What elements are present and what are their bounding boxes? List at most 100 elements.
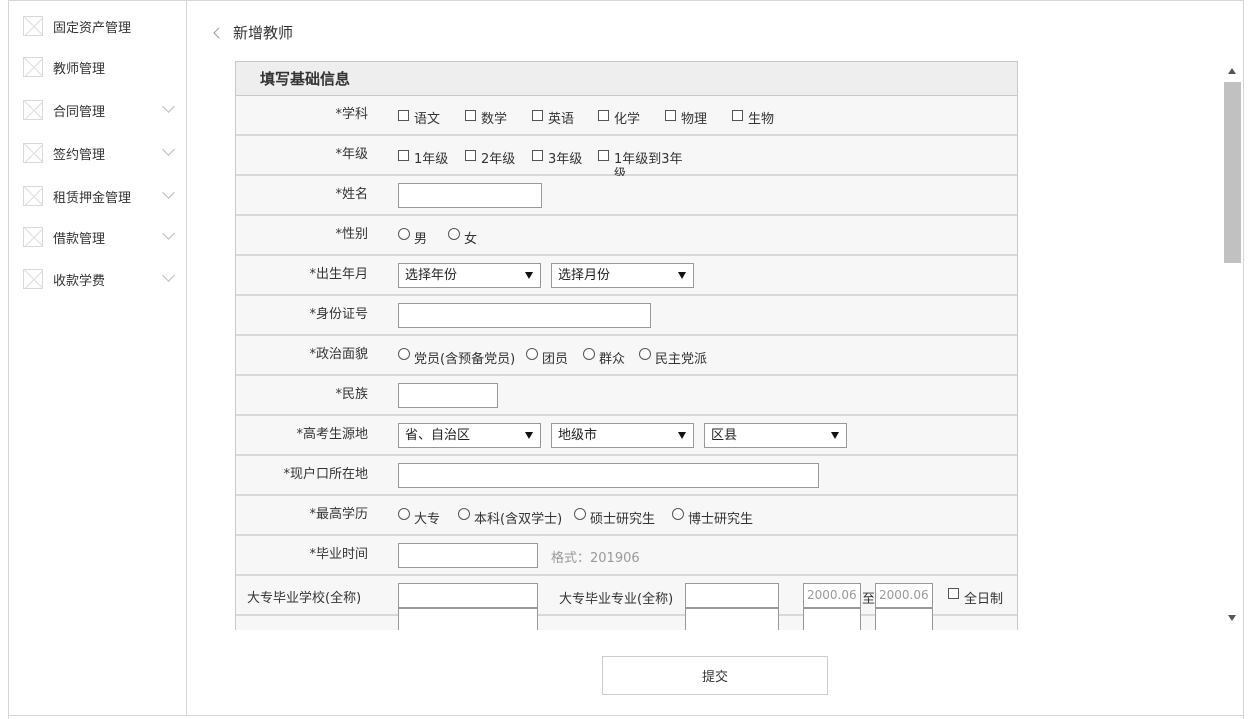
sidebar-item-loans[interactable]: 借款管理 [23, 226, 175, 248]
date-to-input[interactable]: 2000.06 [875, 583, 933, 608]
select-value: 地级市 [558, 428, 598, 443]
subject-checkbox[interactable] [398, 110, 409, 121]
birth-year-select[interactable]: 选择年份 [398, 263, 541, 288]
form-row-education: *最高学历 大专 本科(含双学士) 硕士研究生 博士研究生 [236, 496, 1017, 536]
birth-month-select[interactable]: 选择月份 [551, 263, 694, 288]
form-row-hukou: *现户口所在地 [236, 456, 1017, 496]
back-link[interactable]: 新增教师 [213, 22, 293, 43]
teacher-form: 填写基础信息 *学科 语文 数学 英语 化学 物理 生物 *年级 1年级 2年级… [235, 61, 1018, 630]
id-number-input[interactable] [398, 303, 651, 328]
image-placeholder-icon [23, 57, 43, 77]
checkbox-label: 英语 [548, 112, 575, 127]
grade-checkbox[interactable] [398, 150, 409, 161]
radio-label: 博士研究生 [688, 512, 754, 527]
checkbox-label: 物理 [681, 112, 708, 127]
education-radio[interactable] [574, 508, 586, 520]
form-row-gender: *性别 男 女 [236, 216, 1017, 256]
subject-checkbox[interactable] [665, 110, 676, 121]
sidebar-item-teachers[interactable]: 教师管理 [23, 56, 173, 78]
scroll-up-arrow-icon[interactable] [1228, 68, 1236, 74]
field-label: 大专毕业学校(全称) [247, 591, 362, 606]
education-radio[interactable] [672, 508, 684, 520]
dropdown-arrow-icon [831, 432, 839, 439]
dropdown-arrow-icon [678, 432, 686, 439]
subject-checkbox[interactable] [598, 110, 609, 121]
field-label: *现户口所在地 [283, 467, 368, 482]
political-radio[interactable] [526, 348, 538, 360]
undergrad-major-input[interactable] [685, 608, 779, 630]
field-label: *毕业时间 [309, 547, 368, 562]
college-school-input[interactable] [398, 583, 538, 608]
political-radio[interactable] [583, 348, 595, 360]
fulltime-checkbox[interactable] [948, 588, 959, 599]
checkbox-label: 语文 [414, 112, 441, 127]
scrollbar[interactable] [1223, 62, 1242, 628]
field-label: *民族 [335, 387, 368, 402]
dropdown-arrow-icon [525, 272, 533, 279]
section-title: 填写基础信息 [236, 62, 1017, 96]
form-row-undergrad [236, 608, 1017, 630]
sidebar-item-contracts[interactable]: 合同管理 [23, 99, 175, 121]
subject-checkbox[interactable] [732, 110, 743, 121]
undergrad-school-input[interactable] [398, 608, 538, 630]
hukou-input[interactable] [398, 463, 819, 488]
format-hint: 格式：201906 [551, 551, 640, 566]
radio-label: 硕士研究生 [590, 512, 656, 527]
chevron-down-icon [162, 100, 175, 113]
radio-label: 男 [414, 232, 428, 247]
grade-checkbox[interactable] [532, 150, 543, 161]
political-radio[interactable] [639, 348, 651, 360]
subject-checkbox[interactable] [465, 110, 476, 121]
select-value: 选择年份 [405, 268, 458, 283]
sidebar-item-tuition[interactable]: 收款学费 [23, 268, 175, 290]
image-placeholder-icon [23, 186, 43, 206]
chevron-down-icon [162, 186, 175, 199]
submit-button[interactable]: 提交 [602, 656, 828, 695]
ethnicity-input[interactable] [398, 383, 498, 408]
subject-checkbox[interactable] [532, 110, 543, 121]
graduation-input[interactable] [398, 543, 538, 568]
checkbox-label: 3年级 [548, 152, 583, 167]
county-select[interactable]: 区县 [704, 423, 847, 448]
chevron-left-icon [213, 26, 225, 39]
sidebar-item-label: 借款管理 [53, 231, 106, 247]
field-label: 大专毕业专业(全称) [559, 592, 674, 607]
frame-bottom-border [8, 715, 1244, 716]
city-select[interactable]: 地级市 [551, 423, 694, 448]
field-label: *出生年月 [309, 267, 368, 282]
field-label: *政治面貌 [309, 347, 368, 362]
radio-label: 女 [464, 232, 478, 247]
chevron-down-icon [162, 227, 175, 240]
checkbox-label: 全日制 [964, 592, 1004, 607]
political-radio[interactable] [398, 348, 410, 360]
scrollbar-thumb[interactable] [1224, 82, 1241, 263]
radio-label: 群众 [599, 352, 626, 367]
sidebar-item-deposit[interactable]: 租赁押金管理 [23, 185, 175, 207]
province-select[interactable]: 省、自治区 [398, 423, 541, 448]
radio-label: 团员 [542, 352, 569, 367]
sidebar-item-label: 固定资产管理 [53, 20, 132, 36]
gender-radio[interactable] [398, 228, 410, 240]
date-to-input[interactable] [875, 608, 933, 630]
form-row-exam-origin: *高考生源地 省、自治区 地级市 区县 [236, 416, 1017, 456]
image-placeholder-icon [23, 16, 43, 36]
sidebar-item-signing[interactable]: 签约管理 [23, 142, 175, 164]
field-label: *学科 [335, 107, 368, 122]
form-row-subject: *学科 语文 数学 英语 化学 物理 生物 [236, 96, 1017, 136]
gender-radio[interactable] [448, 228, 460, 240]
form-row-ethnicity: *民族 [236, 376, 1017, 416]
grade-checkbox[interactable] [465, 150, 476, 161]
form-row-graduation: *毕业时间 格式：201906 [236, 536, 1017, 576]
sidebar-item-label: 合同管理 [53, 104, 106, 120]
scroll-down-arrow-icon[interactable] [1228, 615, 1236, 621]
checkbox-label: 1年级 [414, 152, 449, 167]
name-input[interactable] [398, 183, 542, 208]
education-radio[interactable] [398, 508, 410, 520]
date-from-input[interactable]: 2000.06 [803, 583, 861, 608]
college-major-input[interactable] [685, 583, 779, 608]
date-from-input[interactable] [803, 608, 861, 630]
sidebar-item-fixed-assets[interactable]: 固定资产管理 [23, 15, 173, 37]
grade-checkbox[interactable] [598, 150, 609, 161]
education-radio[interactable] [458, 508, 470, 520]
select-value: 省、自治区 [405, 428, 471, 443]
